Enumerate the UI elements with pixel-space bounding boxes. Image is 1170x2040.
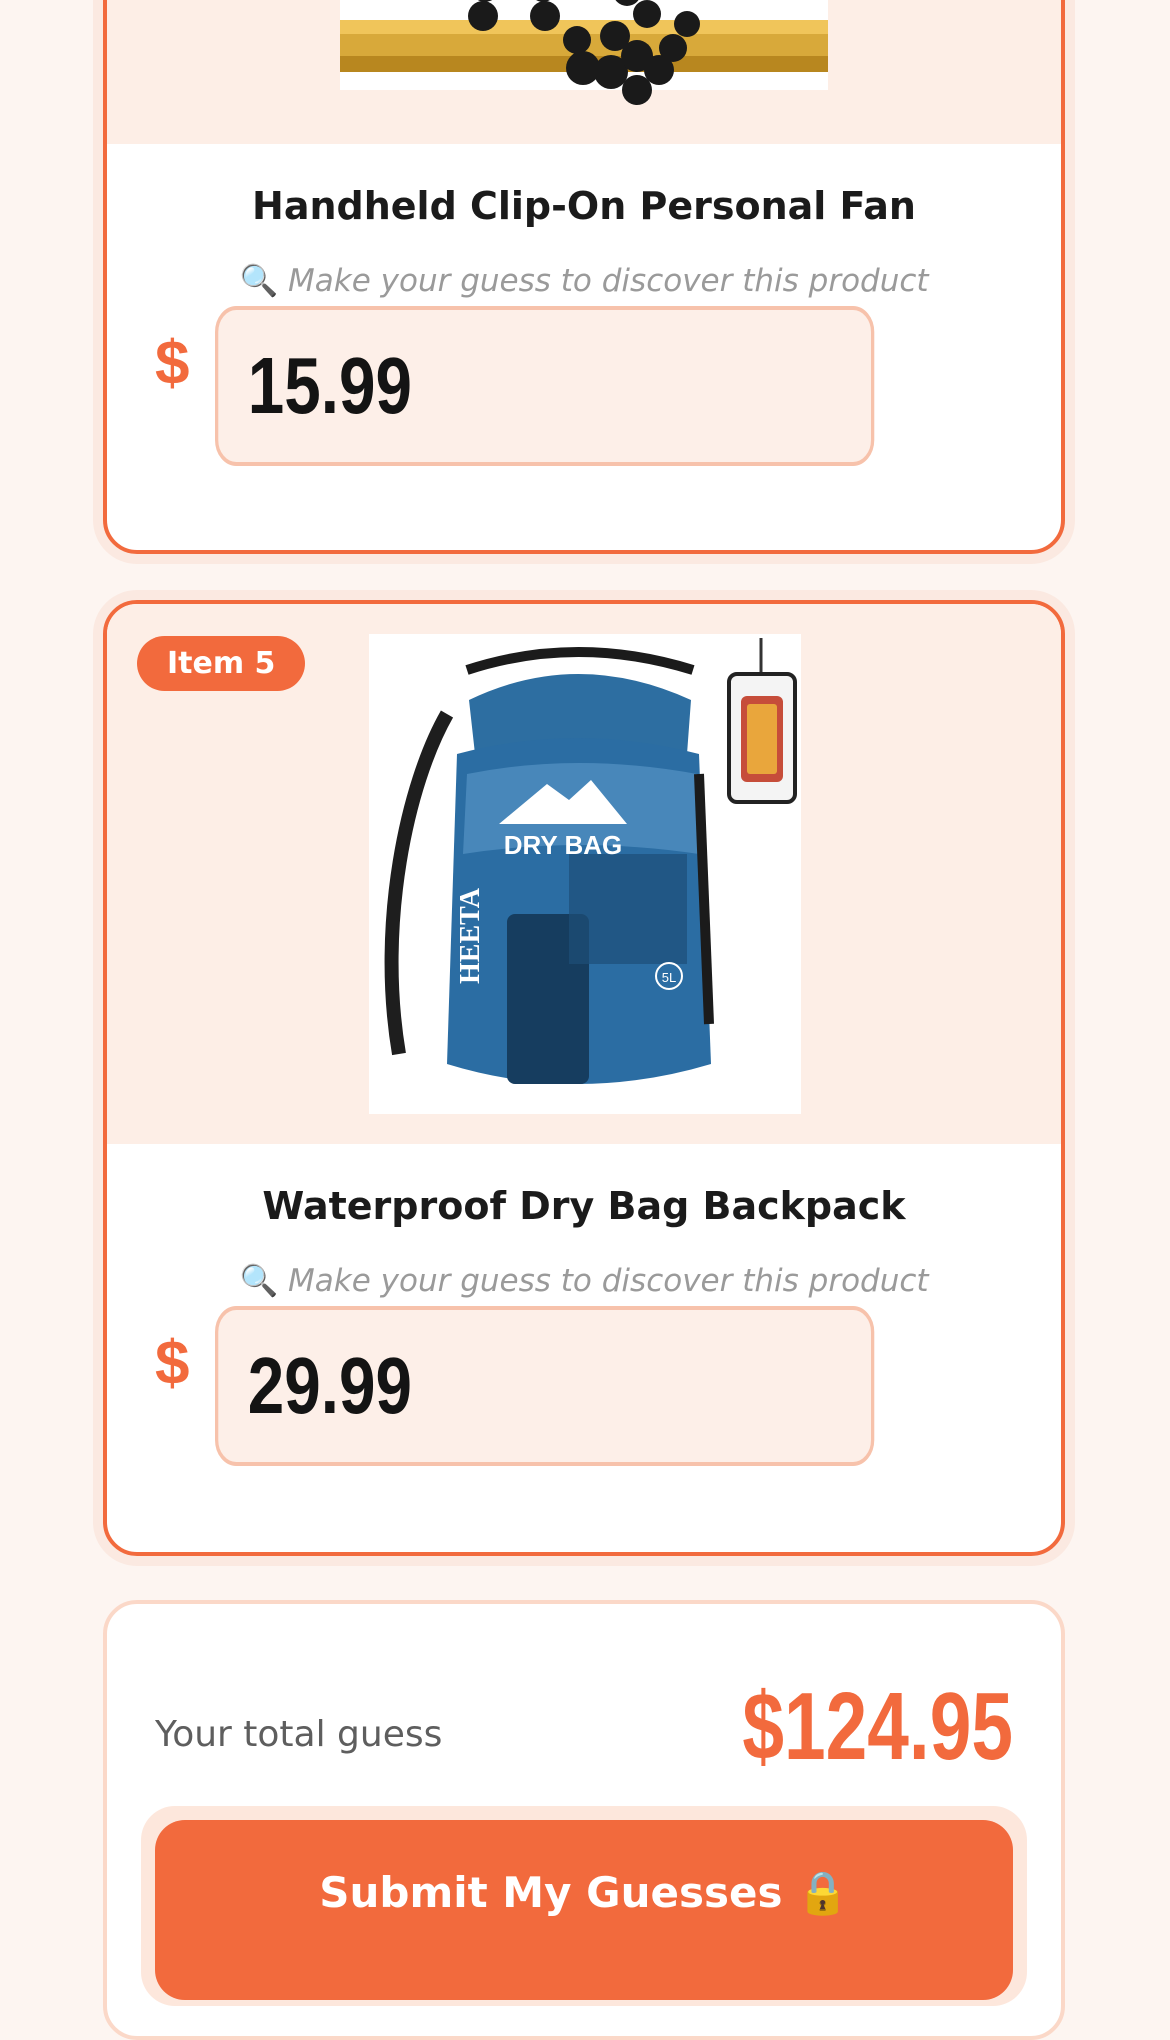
hint-text: Make your guess to discover this product: [288, 1263, 929, 1299]
bag-label-text: DRY BAG: [504, 830, 622, 860]
submit-guesses-button[interactable]: Submit My Guesses 🔒: [155, 1820, 1013, 2000]
lock-icon: 🔒: [796, 1868, 849, 1917]
product-image-area: [107, 0, 1061, 144]
search-icon: 🔍: [239, 263, 279, 299]
total-guess-label: Your total guess: [155, 1714, 443, 1755]
product-title: Waterproof Dry Bag Backpack: [262, 1184, 906, 1228]
price-guess-input[interactable]: [215, 1306, 875, 1466]
product-image-area: DRY BAG HEETA 5L Item 5: [107, 604, 1061, 1144]
total-summary-card: Your total guess $124.95 Submit My Guess…: [103, 1600, 1065, 2040]
product-card: DRY BAG HEETA 5L Item 5 Waterproof Dry B…: [103, 600, 1065, 1556]
total-guess-value: $124.95: [742, 1673, 1013, 1780]
product-title: Handheld Clip-On Personal Fan: [252, 184, 916, 228]
price-guess-input[interactable]: [215, 306, 875, 466]
hint-text: Make your guess to discover this product: [288, 263, 929, 299]
search-icon: 🔍: [239, 1263, 279, 1299]
submit-button-container: Submit My Guesses 🔒: [141, 1806, 1027, 2006]
currency-symbol: $: [155, 329, 190, 398]
bag-brand-text: HEETA: [455, 887, 486, 984]
submit-button-label: Submit My Guesses: [319, 1868, 783, 1917]
fan-on-gold-bar-image: [340, 0, 828, 105]
product-hint: 🔍 Make your guess to discover this produc…: [107, 1262, 1061, 1299]
product-card: Handheld Clip-On Personal Fan 🔍 Make your…: [103, 0, 1065, 554]
currency-symbol: $: [155, 1329, 190, 1398]
bag-size-text: 5L: [662, 970, 676, 985]
product-hint: 🔍 Make your guess to discover this produc…: [107, 262, 1061, 299]
item-number-badge: Item 5: [137, 636, 306, 691]
